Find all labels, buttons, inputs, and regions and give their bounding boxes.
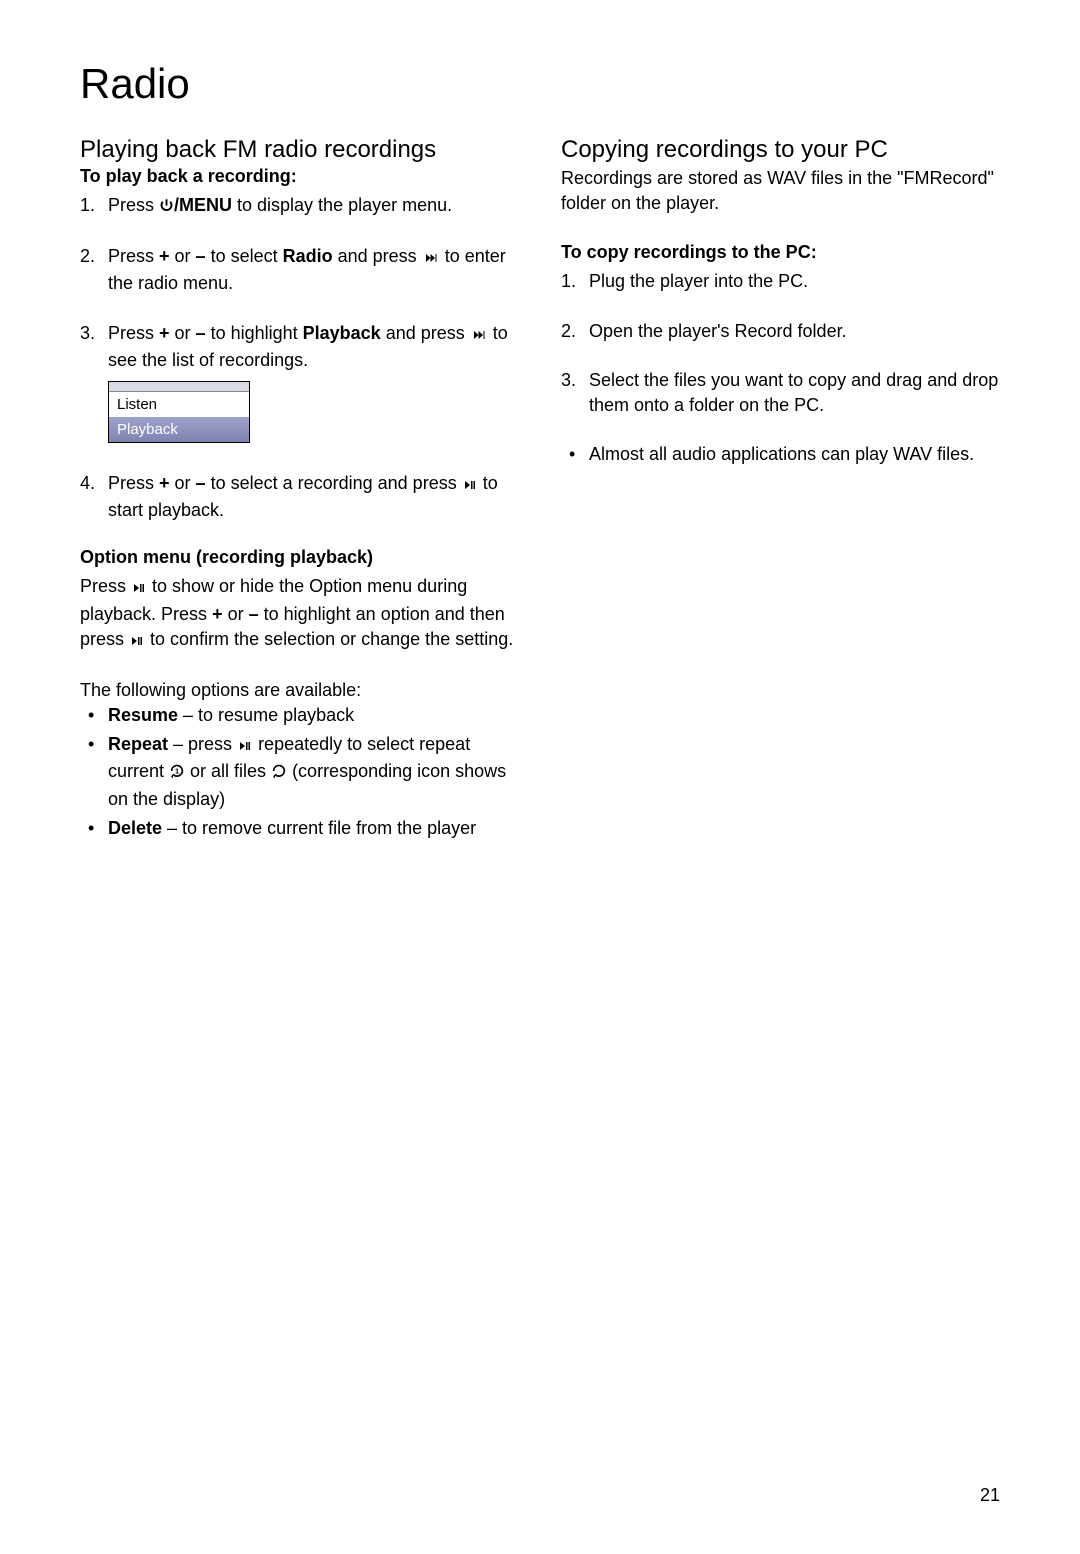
section-title-playback: Playing back FM radio recordings	[80, 136, 519, 164]
menu-screenshot: Listen Playback	[108, 381, 250, 443]
page-number: 21	[980, 1485, 1000, 1506]
menu-item-playback: Playback	[109, 417, 249, 442]
step-1: Press /MENU to display the player menu.	[80, 193, 519, 220]
option-resume: Resume – to resume playback	[80, 703, 519, 728]
heading-option-menu: Option menu (recording playback)	[80, 547, 519, 568]
repeat-all-icon	[271, 761, 287, 786]
option-repeat: Repeat – press repeatedly to select repe…	[80, 732, 519, 812]
fast-forward-icon	[470, 323, 488, 348]
section-title-copying: Copying recordings to your PC	[561, 136, 1000, 164]
repeat-one-icon	[169, 761, 185, 786]
play-pause-icon	[131, 576, 147, 601]
option-menu-paragraph: Press to show or hide the Option menu du…	[80, 574, 519, 654]
fast-forward-icon	[422, 246, 440, 271]
power-icon	[159, 195, 174, 220]
heading-to-play-back: To play back a recording:	[80, 166, 519, 187]
play-pause-icon	[462, 473, 478, 498]
copy-step-1: Plug the player into the PC.	[561, 269, 1000, 294]
copy-intro: Recordings are stored as WAV files in th…	[561, 166, 1000, 216]
heading-to-copy: To copy recordings to the PC:	[561, 242, 1000, 263]
copy-step-3: Select the files you want to copy and dr…	[561, 368, 1000, 418]
option-delete: Delete – to remove current file from the…	[80, 816, 519, 841]
play-pause-icon	[237, 734, 253, 759]
main-title: Radio	[80, 60, 1000, 108]
play-pause-icon	[129, 629, 145, 654]
step-4: Press + or – to select a recording and p…	[80, 471, 519, 523]
step-3: Press + or – to highlight Playback and p…	[80, 321, 519, 373]
copy-step-2: Open the player's Record folder.	[561, 319, 1000, 344]
menu-item-listen: Listen	[109, 392, 249, 417]
wav-note: Almost all audio applications can play W…	[561, 442, 1000, 467]
step-2: Press + or – to select Radio and press t…	[80, 244, 519, 296]
options-intro: The following options are available:	[80, 678, 519, 703]
